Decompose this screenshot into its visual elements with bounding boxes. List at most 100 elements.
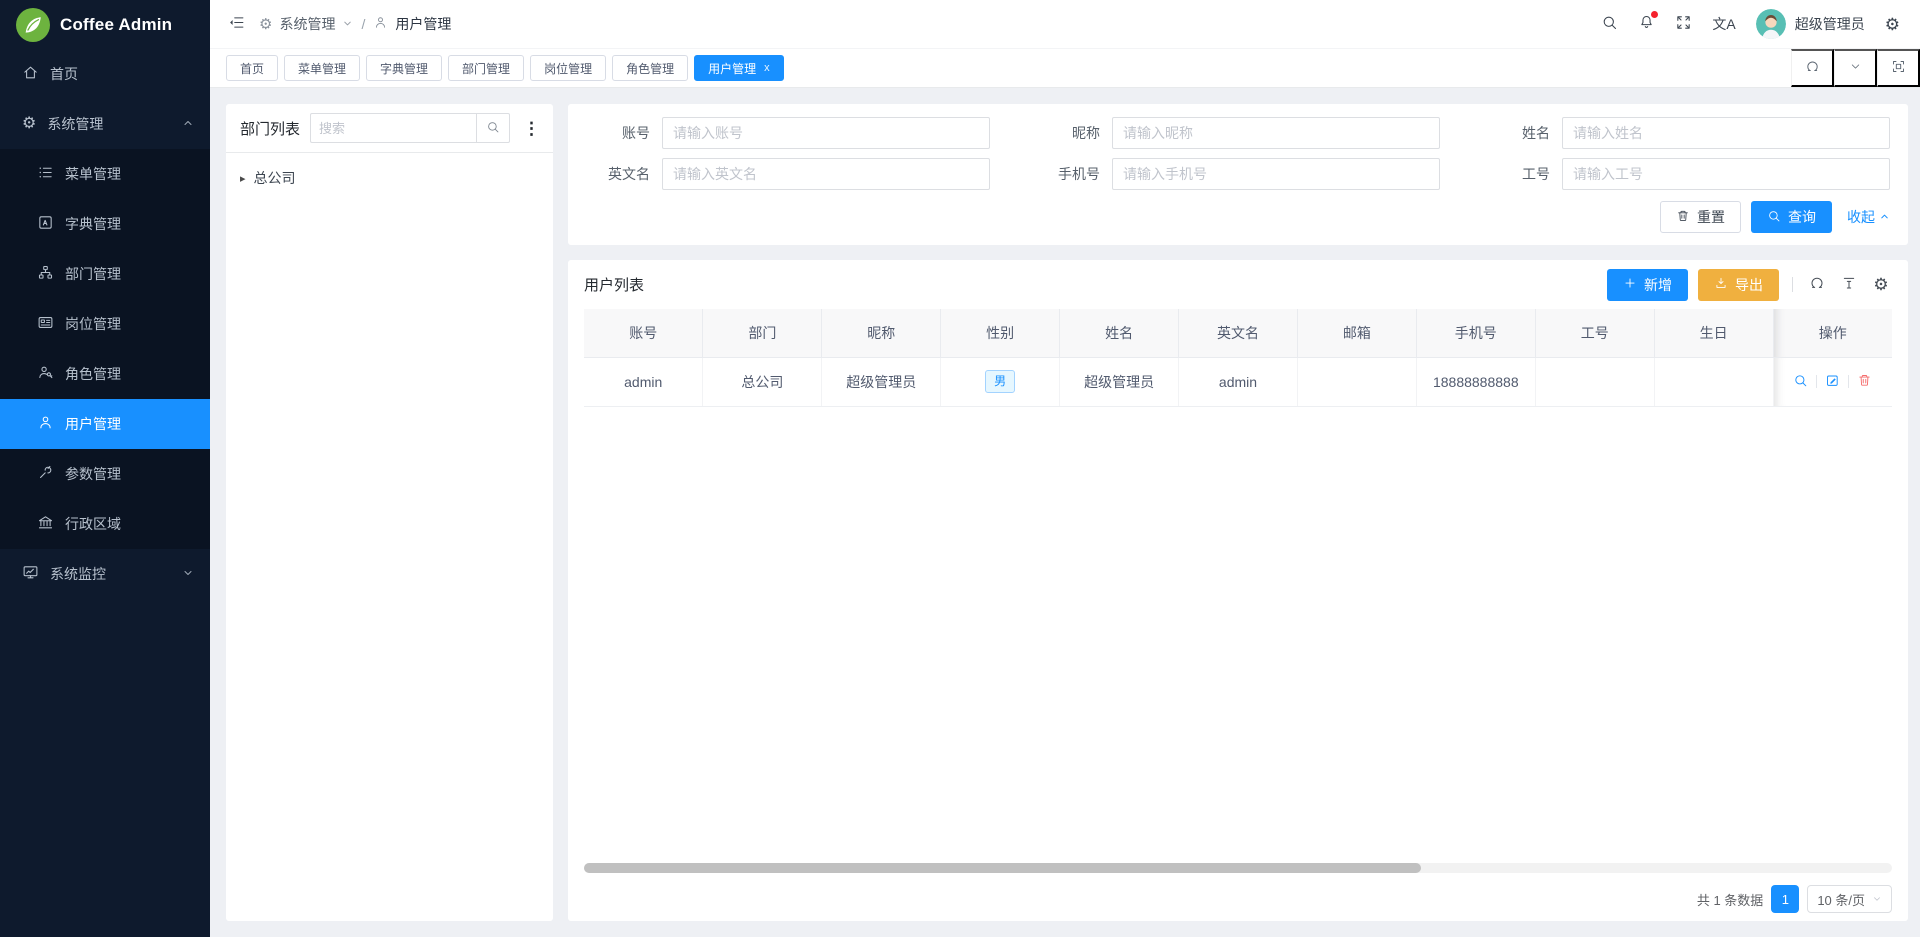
sidebar-item-label: 首页 (50, 64, 194, 84)
id-card-icon (37, 314, 54, 334)
table-row[interactable]: admin 总公司 超级管理员 男 超级管理员 admin 188 (584, 357, 1892, 406)
sidebar-item-label: 部门管理 (65, 264, 194, 284)
list-icon (37, 164, 54, 184)
column-header-phone[interactable]: 手机号 (1416, 309, 1535, 357)
wrench-icon (37, 464, 54, 484)
tab-options-button[interactable] (1834, 49, 1877, 87)
cell-nickname: 超级管理员 (822, 357, 941, 406)
sidebar-item-home[interactable]: 首页 (0, 49, 210, 99)
export-button-label: 导出 (1735, 275, 1763, 295)
breadcrumb-label: 系统管理 (279, 14, 335, 34)
fullscreen-button[interactable] (1675, 14, 1692, 34)
department-more-button[interactable]: ⋮ (520, 120, 543, 137)
tab-department-management[interactable]: 部门管理 (448, 55, 524, 81)
field-job-number: 工号 (1486, 158, 1890, 190)
export-button[interactable]: 导出 (1698, 269, 1779, 301)
column-header-english-name[interactable]: 英文名 (1179, 309, 1298, 357)
phone-input[interactable] (1112, 158, 1440, 190)
user-menu[interactable]: 超级管理员 (1756, 9, 1865, 39)
tab-dictionary-management[interactable]: 字典管理 (366, 55, 442, 81)
collapse-label: 收起 (1847, 207, 1875, 227)
caret-right-icon[interactable]: ▸ (240, 172, 246, 185)
org-tree-icon (37, 264, 54, 284)
refresh-table-button[interactable] (1806, 275, 1828, 294)
role-key-icon (37, 364, 54, 384)
sidebar-item-administrative-region[interactable]: 行政区域 (0, 499, 210, 549)
tab-label: 部门管理 (462, 60, 510, 77)
tab-menu-management[interactable]: 菜单管理 (284, 55, 360, 81)
column-header-birthday[interactable]: 生日 (1654, 309, 1773, 357)
total-count-text: 共 1 条数据 (1697, 890, 1763, 909)
column-settings-button[interactable]: ⚙ (1870, 276, 1892, 293)
view-row-button[interactable] (1793, 373, 1808, 391)
tree-node-head-office[interactable]: ▸ 总公司 (240, 164, 539, 192)
chevron-up-icon (182, 116, 194, 132)
department-search-button[interactable] (476, 113, 510, 143)
column-header-account[interactable]: 账号 (584, 309, 703, 357)
toolbar-divider (1792, 277, 1793, 292)
sidebar-item-system-monitor[interactable]: 系统监控 (0, 549, 210, 599)
sidebar-item-parameter-management[interactable]: 参数管理 (0, 449, 210, 499)
column-header-nickname[interactable]: 昵称 (822, 309, 941, 357)
page-1-button[interactable]: 1 (1771, 885, 1799, 913)
column-header-department[interactable]: 部门 (703, 309, 822, 357)
logo[interactable]: Coffee Admin (0, 0, 210, 49)
column-header-job-number[interactable]: 工号 (1535, 309, 1654, 357)
tab-role-management[interactable]: 角色管理 (612, 55, 688, 81)
department-panel-title: 部门列表 (240, 118, 300, 139)
department-search-input[interactable] (310, 113, 476, 143)
nickname-input[interactable] (1112, 117, 1440, 149)
sidebar-item-post-management[interactable]: 岗位管理 (0, 299, 210, 349)
sidebar-item-system-management[interactable]: ⚙ 系统管理 (0, 99, 210, 149)
collapse-filter-link[interactable]: 收起 (1847, 207, 1890, 227)
department-panel: 部门列表 ⋮ ▸ 总公司 (226, 104, 553, 921)
cell-gender: 男 (941, 357, 1060, 406)
chevron-down-icon (342, 16, 353, 32)
collapse-sidebar-button[interactable] (228, 14, 245, 34)
sidebar-item-department-management[interactable]: 部门管理 (0, 249, 210, 299)
add-user-button[interactable]: 新增 (1607, 269, 1688, 301)
delete-row-button[interactable] (1857, 373, 1872, 391)
reset-button[interactable]: 重置 (1660, 201, 1741, 233)
user-icon (373, 15, 388, 33)
gear-icon: ⚙ (259, 17, 272, 32)
cell-phone: 18888888888 (1416, 357, 1535, 406)
column-header-name[interactable]: 姓名 (1060, 309, 1179, 357)
column-header-email[interactable]: 邮箱 (1297, 309, 1416, 357)
cell-job-number (1535, 357, 1654, 406)
language-switch-button[interactable]: 文A (1712, 17, 1735, 31)
page-size-select[interactable]: 10 条/页 (1807, 885, 1892, 913)
tab-post-management[interactable]: 岗位管理 (530, 55, 606, 81)
breadcrumb-user-management[interactable]: 用户管理 (373, 14, 451, 34)
tab-user-management[interactable]: 用户管理 x (694, 55, 784, 81)
table-empty-space (584, 407, 1892, 864)
breadcrumb-separator: / (361, 16, 365, 32)
sidebar-item-menu-management[interactable]: 菜单管理 (0, 149, 210, 199)
horizontal-scrollbar-track[interactable] (584, 863, 1892, 873)
department-tree: ▸ 总公司 (226, 153, 553, 203)
tab-home[interactable]: 首页 (226, 55, 278, 81)
field-label: 手机号 (1036, 164, 1100, 184)
query-button[interactable]: 查询 (1751, 201, 1832, 233)
dictionary-icon (37, 214, 54, 234)
notifications-button[interactable] (1638, 14, 1655, 34)
breadcrumb-system-management[interactable]: ⚙ 系统管理 (259, 14, 353, 34)
menu-fold-icon (228, 14, 245, 34)
job-number-input[interactable] (1562, 158, 1890, 190)
sidebar-item-role-management[interactable]: 角色管理 (0, 349, 210, 399)
name-input[interactable] (1562, 117, 1890, 149)
sidebar-item-dictionary-management[interactable]: 字典管理 (0, 199, 210, 249)
maximize-content-button[interactable] (1877, 49, 1920, 87)
edit-row-button[interactable] (1825, 373, 1840, 391)
sidebar-item-user-management[interactable]: 用户管理 (0, 399, 210, 449)
column-header-gender[interactable]: 性别 (941, 309, 1060, 357)
english-name-input[interactable] (662, 158, 990, 190)
global-search-button[interactable] (1601, 14, 1618, 34)
settings-button[interactable]: ⚙ (1885, 16, 1900, 33)
tab-close-icon[interactable]: x (764, 62, 770, 74)
field-label: 姓名 (1486, 123, 1550, 143)
horizontal-scrollbar-thumb[interactable] (584, 863, 1421, 873)
row-density-button[interactable] (1838, 275, 1860, 294)
account-input[interactable] (662, 117, 990, 149)
refresh-tab-button[interactable] (1791, 49, 1834, 87)
